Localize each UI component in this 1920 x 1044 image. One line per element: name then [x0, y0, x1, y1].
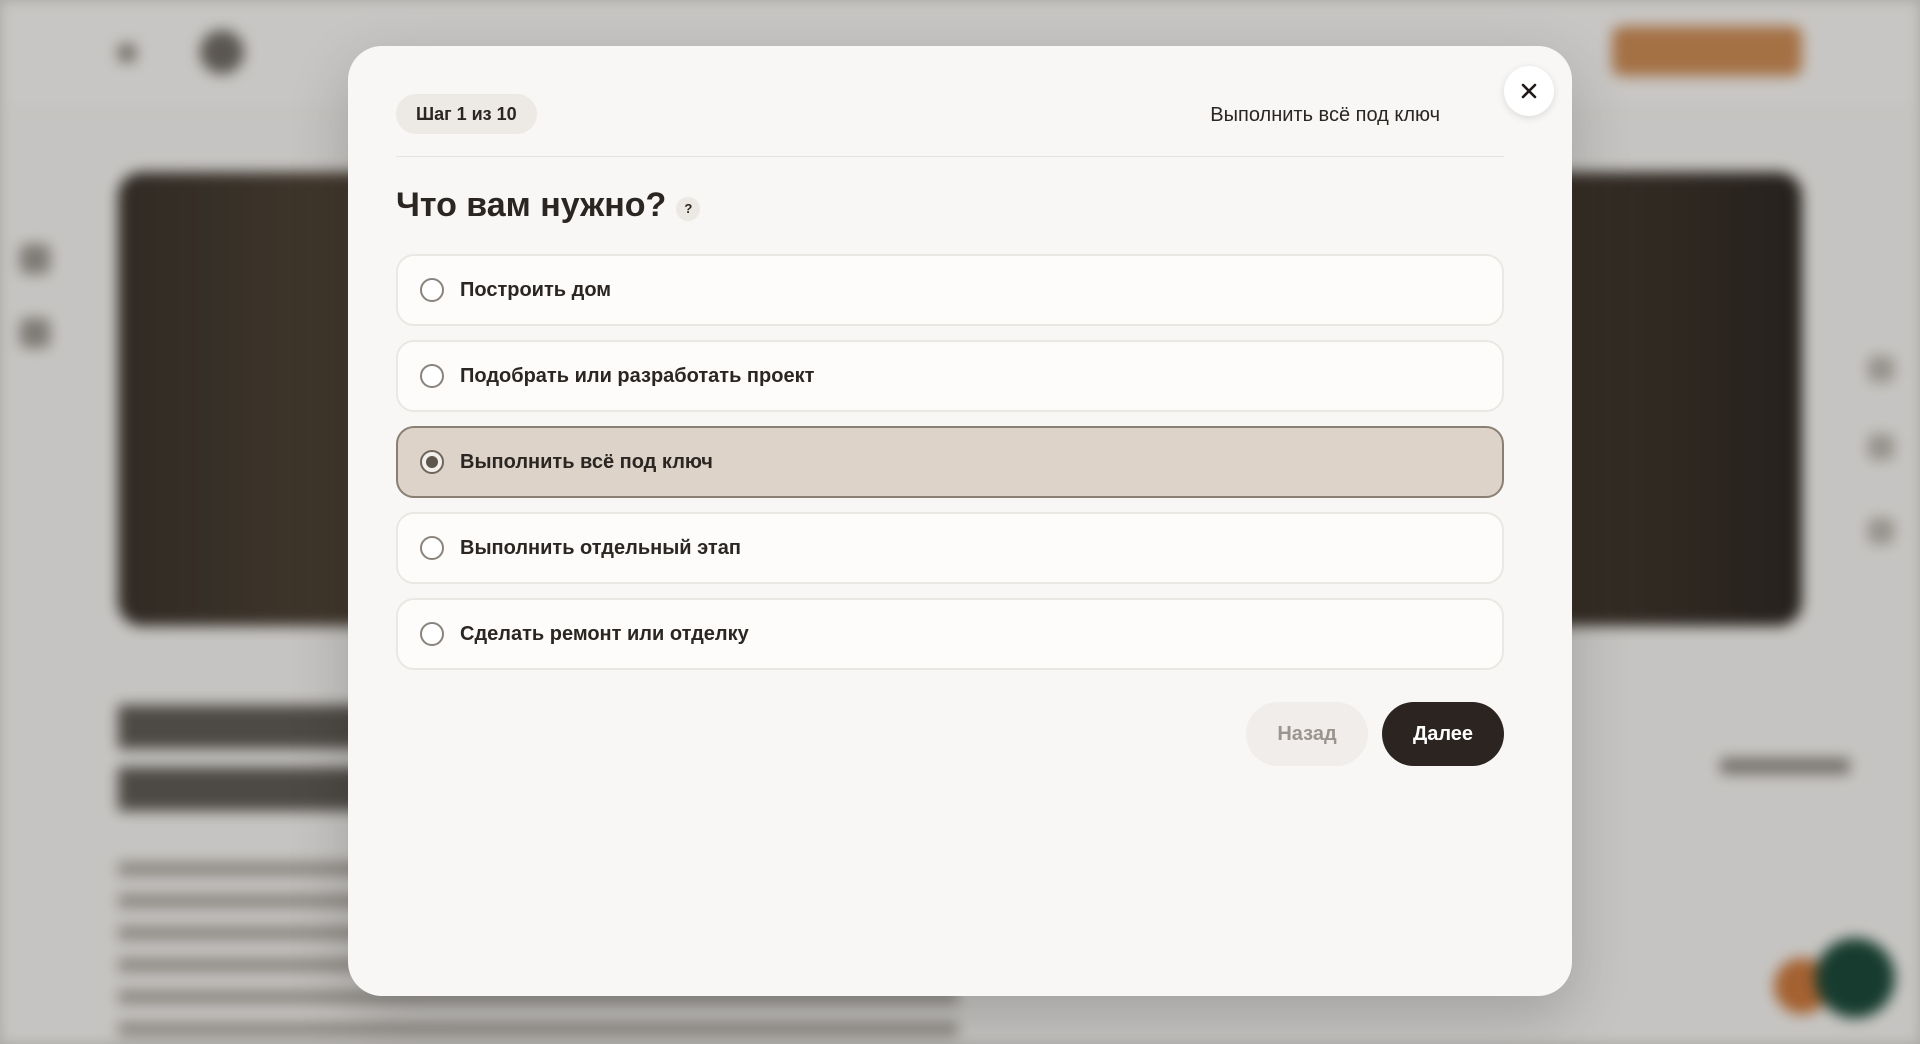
option-label: Сделать ремонт или отделку	[460, 622, 749, 645]
page: Шаг 1 из 10 Выполнить всё под ключ Что в…	[0, 0, 1920, 1044]
radio-button[interactable]	[420, 536, 444, 560]
radio-dot	[426, 456, 438, 468]
question-title: Что вам нужно?	[396, 186, 667, 224]
question: Что вам нужно? ?	[396, 186, 701, 225]
quiz-modal: Шаг 1 из 10 Выполнить всё под ключ Что в…	[348, 46, 1572, 996]
radio-button[interactable]	[420, 278, 444, 302]
modal-actions: Назад Далее	[1246, 702, 1504, 766]
options-list: Построить дом Подобрать или разработать …	[396, 254, 1504, 684]
modal-header: Шаг 1 из 10 Выполнить всё под ключ	[396, 94, 1504, 157]
back-button[interactable]: Назад	[1246, 702, 1368, 766]
next-button[interactable]: Далее	[1382, 702, 1504, 766]
radio-button[interactable]	[420, 622, 444, 646]
option-label: Построить дом	[460, 278, 612, 301]
close-icon	[1521, 83, 1537, 99]
radio-button-selected[interactable]	[420, 450, 444, 474]
close-button[interactable]	[1504, 66, 1554, 116]
radio-button[interactable]	[420, 364, 444, 388]
help-icon[interactable]: ?	[676, 196, 701, 221]
selected-summary: Выполнить всё под ключ	[1210, 104, 1440, 126]
option-single-stage[interactable]: Выполнить отдельный этап	[396, 512, 1504, 584]
option-label: Подобрать или разработать проект	[460, 364, 815, 387]
option-label: Выполнить всё под ключ	[460, 450, 713, 473]
option-turnkey[interactable]: Выполнить всё под ключ	[396, 426, 1504, 498]
step-badge: Шаг 1 из 10	[396, 94, 537, 134]
option-renovation[interactable]: Сделать ремонт или отделку	[396, 598, 1504, 670]
option-build-house[interactable]: Построить дом	[396, 254, 1504, 326]
option-label: Выполнить отдельный этап	[460, 536, 741, 559]
option-project[interactable]: Подобрать или разработать проект	[396, 340, 1504, 412]
